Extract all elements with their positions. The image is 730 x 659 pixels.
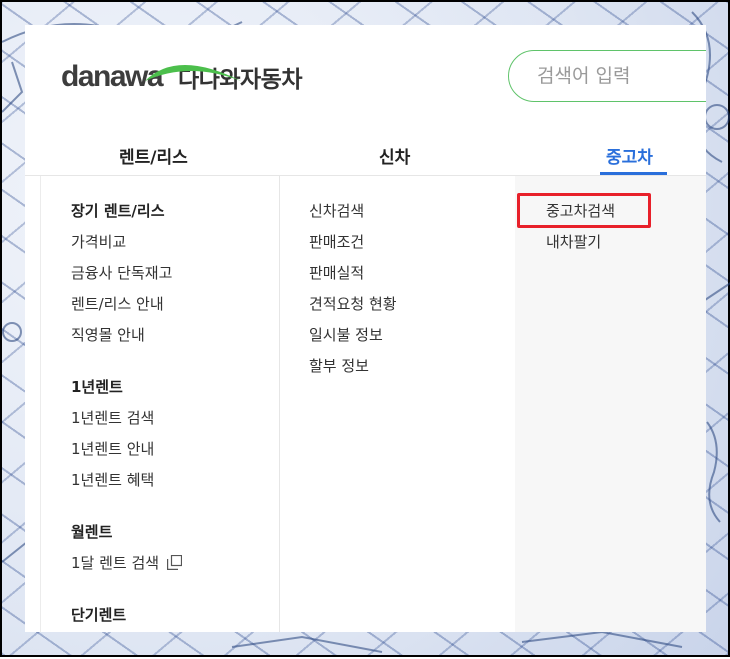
search-input[interactable] <box>535 64 706 88</box>
external-link-icon <box>166 555 182 570</box>
brand-logo[interactable]: danawa 다나와자동차 <box>61 59 303 95</box>
menu-item-monthly-search-label: 1달 렌트 검색 <box>71 554 160 572</box>
new-car-menu: 신차검색 판매조건 판매실적 견적요청 현황 일시불 정보 할부 정보 <box>278 176 516 632</box>
menu-item-monthly-search[interactable]: 1달 렌트 검색 <box>71 552 182 583</box>
tab-new-car[interactable]: 신차 <box>379 143 410 168</box>
menu-item-rent-lease-guide[interactable]: 렌트/리스 안내 <box>71 293 182 324</box>
search-box[interactable] <box>508 50 706 102</box>
used-car-menu: 중고차검색 내차팔기 <box>515 176 706 632</box>
menu-item-exclusive-stock[interactable]: 금융사 단독재고 <box>71 262 182 293</box>
category-tabs: 렌트/리스 신차 중고차 <box>25 135 706 176</box>
menu-item-one-year-search[interactable]: 1년렌트 검색 <box>71 407 182 438</box>
group-heading-short-term-rent[interactable]: 단기렌트 <box>71 604 182 632</box>
menu-item-installment-info[interactable]: 할부 정보 <box>309 355 397 386</box>
menu-item-direct-mall-guide[interactable]: 직영몰 안내 <box>71 324 182 355</box>
menu-item-sales-conditions[interactable]: 판매조건 <box>309 231 397 262</box>
logo-swoosh-icon <box>145 65 241 81</box>
navigation-panel: danawa 다나와자동차 렌트/리스 신차 중고차 장기 렌트/리스 가격비교… <box>25 25 706 632</box>
menu-item-one-year-guide[interactable]: 1년렌트 안내 <box>71 438 182 469</box>
menu-item-price-compare[interactable]: 가격비교 <box>71 231 182 262</box>
menu-item-one-year-benefit[interactable]: 1년렌트 혜택 <box>71 469 182 500</box>
group-heading-long-term[interactable]: 장기 렌트/리스 <box>71 200 182 231</box>
menu-item-sales-results[interactable]: 판매실적 <box>309 262 397 293</box>
group-heading-one-year-rent[interactable]: 1년렌트 <box>71 376 182 407</box>
active-tab-indicator <box>600 172 667 175</box>
tab-rent-lease[interactable]: 렌트/리스 <box>119 143 188 168</box>
menu-item-new-car-search[interactable]: 신차검색 <box>309 200 397 231</box>
menu-item-lump-sum-info[interactable]: 일시불 정보 <box>309 324 397 355</box>
menu-item-sell-my-car[interactable]: 내차팔기 <box>546 231 615 262</box>
rent-lease-menu: 장기 렌트/리스 가격비교 금융사 단독재고 렌트/리스 안내 직영몰 안내 1… <box>40 176 280 632</box>
menu-item-quote-request-status[interactable]: 견적요청 현황 <box>309 293 397 324</box>
tab-used-car[interactable]: 중고차 <box>606 143 653 168</box>
group-heading-monthly-rent[interactable]: 월렌트 <box>71 521 182 552</box>
highlight-box <box>517 193 651 228</box>
